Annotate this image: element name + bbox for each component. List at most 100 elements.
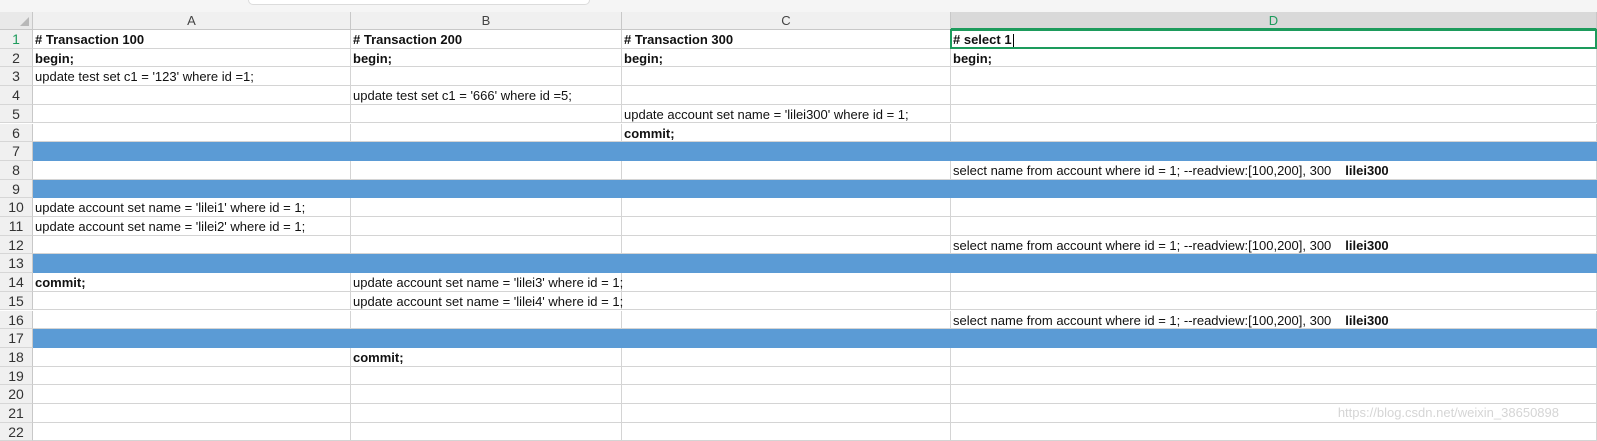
cell-c21[interactable] bbox=[622, 404, 951, 423]
column-header-a[interactable]: A bbox=[33, 12, 351, 30]
cell-c13[interactable] bbox=[622, 254, 951, 274]
cell-a5[interactable] bbox=[33, 104, 351, 124]
cell-d12[interactable]: select name from account where id = 1; -… bbox=[951, 235, 1597, 255]
cell-d9[interactable] bbox=[951, 179, 1597, 199]
cell-b2[interactable]: begin; bbox=[351, 48, 622, 68]
cell-c19[interactable] bbox=[622, 366, 951, 386]
cell-b11[interactable] bbox=[351, 217, 622, 236]
cell-b9[interactable] bbox=[351, 179, 622, 199]
cell-a16[interactable] bbox=[33, 310, 351, 330]
row-header[interactable]: 8 bbox=[0, 160, 33, 180]
row-header[interactable]: 14 bbox=[0, 273, 33, 292]
row-header[interactable]: 6 bbox=[0, 123, 33, 143]
cell-a10[interactable]: update account set name = 'lilei1' where… bbox=[33, 198, 351, 217]
cell-a6[interactable] bbox=[33, 123, 351, 143]
row-header[interactable]: 22 bbox=[0, 422, 33, 441]
cell-c8[interactable] bbox=[622, 160, 951, 180]
row-header[interactable]: 5 bbox=[0, 104, 33, 124]
row-header[interactable]: 17 bbox=[0, 329, 33, 348]
cell-a3[interactable]: update test set c1 = '123' where id =1; bbox=[33, 67, 351, 87]
cell-c2[interactable]: begin; bbox=[622, 48, 951, 68]
cell-c20[interactable] bbox=[622, 385, 951, 404]
cell-d5[interactable] bbox=[951, 104, 1597, 124]
cell-d18[interactable] bbox=[951, 347, 1597, 367]
cell-b7[interactable] bbox=[351, 142, 622, 161]
row-header[interactable]: 2 bbox=[0, 48, 33, 68]
cell-c6[interactable]: commit; bbox=[622, 123, 951, 143]
cell-d2[interactable]: begin; bbox=[951, 48, 1597, 68]
cell-a14[interactable]: commit; bbox=[33, 273, 351, 292]
cell-c10[interactable] bbox=[622, 198, 951, 217]
cell-d10[interactable] bbox=[951, 198, 1597, 217]
cell-a8[interactable] bbox=[33, 160, 351, 180]
select-all-corner[interactable] bbox=[0, 12, 33, 30]
cell-a11[interactable]: update account set name = 'lilei2' where… bbox=[33, 217, 351, 236]
cell-c18[interactable] bbox=[622, 347, 951, 367]
cell-b20[interactable] bbox=[351, 385, 622, 404]
cell-b4[interactable]: update test set c1 = '666' where id =5; bbox=[351, 86, 622, 105]
cell-b15[interactable]: update account set name = 'lilei4' where… bbox=[351, 291, 623, 311]
cell-a20[interactable] bbox=[33, 385, 351, 404]
cell-b10[interactable] bbox=[351, 198, 622, 217]
cell-d20[interactable] bbox=[951, 385, 1597, 404]
cell-b21[interactable] bbox=[351, 404, 622, 423]
cell-c14[interactable] bbox=[622, 273, 951, 292]
cell-c12[interactable] bbox=[622, 235, 951, 255]
cell-a1[interactable]: # Transaction 100 bbox=[33, 30, 351, 49]
cell-b19[interactable] bbox=[351, 366, 622, 386]
cell-a19[interactable] bbox=[33, 366, 351, 386]
cell-a13[interactable] bbox=[33, 254, 351, 274]
cell-b1[interactable]: # Transaction 200 bbox=[351, 30, 622, 49]
cell-d3[interactable] bbox=[951, 67, 1597, 87]
cell-b5[interactable] bbox=[351, 104, 622, 124]
cell-c1[interactable]: # Transaction 300 bbox=[622, 30, 951, 49]
cell-b3[interactable] bbox=[351, 67, 622, 87]
cell-c11[interactable] bbox=[622, 217, 951, 236]
cell-a22[interactable] bbox=[33, 422, 351, 441]
row-header[interactable]: 16 bbox=[0, 310, 33, 330]
cell-c9[interactable] bbox=[622, 179, 951, 199]
cell-b16[interactable] bbox=[351, 310, 622, 330]
cell-c7[interactable] bbox=[622, 142, 951, 161]
cell-d4[interactable] bbox=[951, 86, 1597, 105]
cell-a2[interactable]: begin; bbox=[33, 48, 351, 68]
row-header[interactable]: 20 bbox=[0, 385, 33, 404]
cell-d13[interactable] bbox=[951, 254, 1597, 274]
cell-d6[interactable] bbox=[951, 123, 1597, 143]
cell-a12[interactable] bbox=[33, 235, 351, 255]
row-header[interactable]: 21 bbox=[0, 404, 33, 423]
cell-c15[interactable] bbox=[622, 291, 951, 311]
cell-a15[interactable] bbox=[33, 291, 351, 311]
row-header[interactable]: 15 bbox=[0, 291, 33, 311]
cell-c16[interactable] bbox=[622, 310, 951, 330]
row-header[interactable]: 11 bbox=[0, 217, 33, 236]
cell-b17[interactable] bbox=[351, 329, 622, 348]
column-header-b[interactable]: B bbox=[351, 12, 622, 30]
row-header[interactable]: 3 bbox=[0, 67, 33, 87]
cell-b8[interactable] bbox=[351, 160, 622, 180]
cell-d22[interactable] bbox=[951, 422, 1597, 441]
row-header[interactable]: 12 bbox=[0, 235, 33, 255]
cell-c5[interactable]: update account set name = 'lilei300' whe… bbox=[622, 104, 951, 124]
column-header-c[interactable]: C bbox=[622, 12, 951, 30]
row-header[interactable]: 18 bbox=[0, 347, 33, 367]
cell-c22[interactable] bbox=[622, 422, 951, 441]
cell-c17[interactable] bbox=[622, 329, 951, 348]
row-header[interactable]: 7 bbox=[0, 142, 33, 161]
row-header[interactable]: 10 bbox=[0, 198, 33, 217]
cell-d8[interactable]: select name from account where id = 1; -… bbox=[951, 160, 1597, 180]
cell-b6[interactable] bbox=[351, 123, 622, 143]
cell-a7[interactable] bbox=[33, 142, 351, 161]
cell-d7[interactable] bbox=[951, 142, 1597, 161]
cell-b14[interactable]: update account set name = 'lilei3' where… bbox=[351, 273, 623, 292]
cell-b18[interactable]: commit; bbox=[351, 347, 622, 367]
cell-b13[interactable] bbox=[351, 254, 622, 274]
row-header[interactable]: 1 bbox=[0, 30, 33, 49]
row-header[interactable]: 19 bbox=[0, 366, 33, 386]
cell-a4[interactable] bbox=[33, 86, 351, 105]
row-header[interactable]: 4 bbox=[0, 86, 33, 105]
cell-a21[interactable] bbox=[33, 404, 351, 423]
cell-d19[interactable] bbox=[951, 366, 1597, 386]
row-header[interactable]: 13 bbox=[0, 254, 33, 274]
column-header-d[interactable]: D bbox=[951, 12, 1597, 30]
